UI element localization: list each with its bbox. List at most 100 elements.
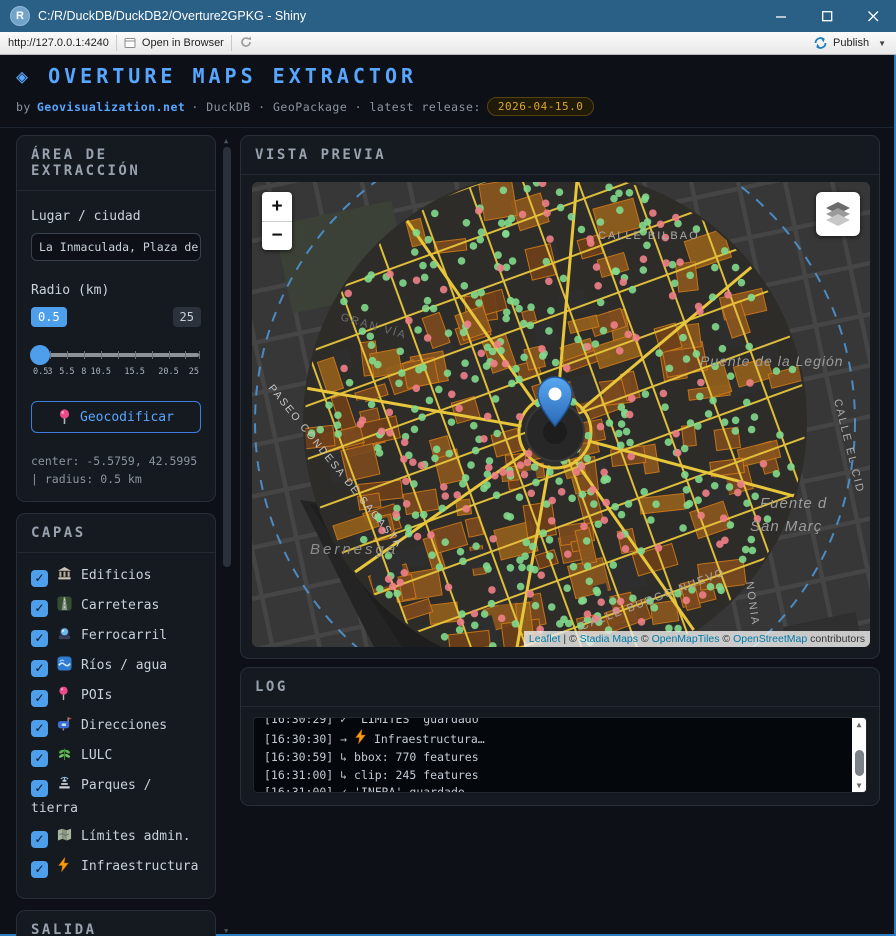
log-line: [16:30:59] ↳ bbox: 770 features [264,749,846,767]
map-attribution: Leaflet | © Stadia Maps © OpenMapTiles ©… [524,631,870,647]
layer-checkbox-row-lulc[interactable]: ✓ LULC [31,745,201,768]
window-titlebar: R C:/R/DuckDB/DuckDB2/Overture2GPKG - Sh… [0,0,896,32]
log-scrollbar[interactable]: ▲ ▼ [852,718,866,792]
log-line: [16:31:00] ↳ clip: 245 features [264,767,846,785]
app-title: ◈ OVERTURE MAPS EXTRACTOR [16,64,878,88]
map-label: San Març [750,518,822,535]
layers-icon [824,200,852,228]
checkbox-checked-icon[interactable]: ✓ [31,660,48,677]
map-canvas[interactable]: CALLE BILBAOGRAN VÍAPuente de la LegiónC… [252,182,870,647]
publish-button[interactable]: Publish ▼ [813,36,886,50]
slider-tick-label: 3 [47,367,52,377]
log-panel: LOG [16:30:29] ✓ 'LIMITES' guardado[16:3… [240,667,880,806]
checkbox-checked-icon[interactable]: ✓ [31,861,48,878]
radius-slider[interactable] [33,345,199,365]
scroll-down-icon[interactable]: ▼ [224,927,228,935]
park-icon [57,776,73,798]
log-scroll-up-icon[interactable]: ▲ [852,720,866,729]
output-panel: SALIDA Nombre del fichero [16,910,216,936]
zoom-in-button[interactable]: + [262,192,292,221]
log-box[interactable]: [16:30:29] ✓ 'LIMITES' guardado[16:30:30… [253,717,867,793]
checkbox-checked-icon[interactable]: ✓ [31,720,48,737]
log-scroll-down-icon[interactable]: ▼ [852,781,866,790]
url-text: http://127.0.0.1:4240 [8,37,109,49]
scroll-up-icon[interactable]: ▲ [224,137,228,145]
place-input[interactable]: La Inmaculada, Plaza de [31,233,201,261]
slider-tick [152,351,153,359]
app-subtitle: by Geovisualization.net · DuckDB · GeoPa… [16,97,878,116]
rail-icon [57,626,73,648]
layer-label: Infraestructura [81,859,198,874]
slider-handle[interactable] [30,345,50,365]
layer-checkbox-row-carreteras[interactable]: ✓Carreteras [31,595,201,618]
geocode-pin-icon [58,409,71,425]
refresh-button[interactable] [239,35,253,52]
layer-checkbox-row-l-mites-admin-[interactable]: ✓ Límites admin. [31,826,201,849]
bolt-icon [57,857,73,879]
slider-tick-label: 5.5 [59,367,74,377]
layer-label: Direcciones [81,718,167,733]
layer-checkbox-row-pois[interactable]: ✓POIs [31,685,201,708]
log-title: LOG [241,668,879,707]
coord-status: center: -5.5759, 42.5995 | radius: 0.5 k… [31,453,201,489]
brand-link[interactable]: Geovisualization.net [37,100,185,114]
herb-icon [57,746,73,768]
sidebar-scrollbar[interactable]: ▲ ▼ [216,135,240,936]
layer-checkbox-row-infraestructura[interactable]: ✓ Infraestructura [31,856,201,879]
water-icon [57,656,73,678]
log-line: [16:31:00] ✓ 'INFRA' guardado [264,784,846,793]
preview-title: VISTA PREVIA [241,136,879,175]
attribution-link[interactable]: Leaflet [529,633,561,645]
diamond-icon: ◈ [16,64,32,88]
attribution-link[interactable]: Stadia Maps [580,633,638,645]
attribution-text: | © [560,633,579,645]
checkbox-checked-icon[interactable]: ✓ [31,750,48,767]
slider-tick-label: 10.5 [91,367,111,377]
zoom-out-button[interactable]: − [262,221,292,250]
minimize-button[interactable] [758,0,804,32]
refresh-icon [239,35,253,49]
layer-checkbox-row-parques-tierra[interactable]: ✓Parques / tierra [31,775,201,819]
slider-tick [135,351,136,359]
layer-label: Límites admin. [81,829,191,844]
slider-tick-labels: 0.535.5810.515.520.525 [33,367,199,379]
publish-icon [813,36,828,50]
geocode-button[interactable]: Geocodificar [31,401,201,433]
slider-track[interactable] [33,353,199,357]
log-lines: [16:30:29] ✓ 'LIMITES' guardado[16:30:30… [264,717,846,793]
layer-label: Edificios [81,568,151,583]
scroll-thumb[interactable] [223,147,231,567]
bolt-icon [354,729,367,750]
attribution-text: © [638,633,652,645]
slider-tick [185,351,186,359]
layer-label: LULC [81,748,112,763]
slider-tick [199,351,200,359]
layers-list: ✓Edificios✓Carreteras✓Ferrocarril✓Ríos /… [17,553,215,898]
log-scroll-thumb[interactable] [855,750,864,776]
checkbox-checked-icon[interactable]: ✓ [31,780,48,797]
checkbox-checked-icon[interactable]: ✓ [31,630,48,647]
map[interactable]: CALLE BILBAOGRAN VÍAPuente de la LegiónC… [252,182,870,647]
close-button[interactable] [850,0,896,32]
window-title: C:/R/DuckDB/DuckDB2/Overture2GPKG - Shin… [38,9,758,23]
sidebar: ÁREA DE EXTRACCIÓN Lugar / ciudad La Inm… [16,135,216,936]
layer-checkbox-row-direcciones[interactable]: ✓ Direcciones [31,715,201,738]
layer-checkbox-row-ferrocarril[interactable]: ✓Ferrocarril [31,625,201,648]
layer-checkbox-row-edificios[interactable]: ✓ Edificios [31,565,201,588]
map-layers-control[interactable] [816,192,860,236]
layer-label: Ríos / agua [81,658,167,673]
attribution-link[interactable]: OpenStreetMap [733,633,807,645]
attribution-link[interactable]: OpenMapTiles [652,633,720,645]
checkbox-checked-icon[interactable]: ✓ [31,690,48,707]
slider-tick-label: 8 [81,367,86,377]
checkbox-checked-icon[interactable]: ✓ [31,570,48,587]
radius-label: Radio (km) [31,283,201,298]
app-root: ◈ OVERTURE MAPS EXTRACTOR by Geovisualiz… [0,55,896,936]
slider-tick [169,351,170,359]
maximize-button[interactable] [804,0,850,32]
checkbox-checked-icon[interactable]: ✓ [31,600,48,617]
extraction-area-title: ÁREA DE EXTRACCIÓN [17,136,215,191]
checkbox-checked-icon[interactable]: ✓ [31,831,48,848]
open-in-browser-button[interactable]: Open in Browser [124,37,224,49]
layer-checkbox-row-r-os-agua[interactable]: ✓ Ríos / agua [31,655,201,678]
